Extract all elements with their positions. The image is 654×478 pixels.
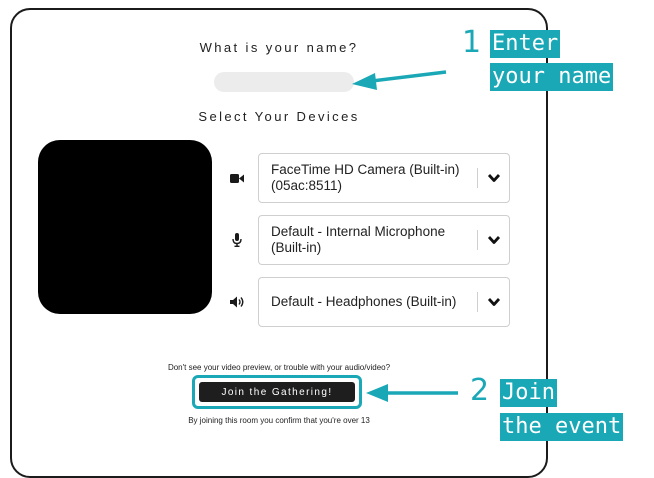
chevron-down-icon	[487, 298, 501, 306]
age-confirmation-note: By joining this room you confirm that yo…	[188, 416, 370, 425]
microphone-select-value: Default - Internal Microphone (Built-in)	[271, 224, 446, 255]
chevron-down-icon	[487, 236, 501, 244]
camera-select[interactable]: FaceTime HD Camera (Built-in) (05ac:8511…	[258, 153, 510, 203]
microphone-icon	[228, 231, 246, 249]
speaker-icon	[228, 293, 246, 311]
devices-heading: Select Your Devices	[198, 109, 360, 124]
select-divider	[477, 168, 478, 188]
step-1-label-line2: your name	[490, 63, 614, 91]
step-2-number: 2	[470, 373, 490, 408]
camera-select-value: FaceTime HD Camera (Built-in) (05ac:8511…	[271, 162, 460, 193]
join-button[interactable]: Join the Gathering!	[199, 382, 355, 402]
select-divider	[477, 230, 478, 250]
step-2-label-line2: the event	[500, 413, 624, 441]
microphone-select[interactable]: Default - Internal Microphone (Built-in)	[258, 215, 510, 265]
chevron-down-icon	[487, 174, 501, 182]
video-preview	[38, 140, 212, 314]
video-camera-icon	[228, 169, 246, 187]
speaker-select[interactable]: Default - Headphones (Built-in)	[258, 277, 510, 327]
step-2-label-line1: Join	[500, 379, 557, 407]
step-1-number: 1	[462, 25, 482, 60]
trouble-help-link[interactable]: Don't see your video preview, or trouble…	[0, 363, 558, 372]
speaker-select-value: Default - Headphones (Built-in)	[271, 294, 457, 309]
name-input[interactable]	[214, 72, 354, 92]
select-divider	[477, 292, 478, 312]
step-1-label-line1: Enter	[490, 30, 561, 58]
